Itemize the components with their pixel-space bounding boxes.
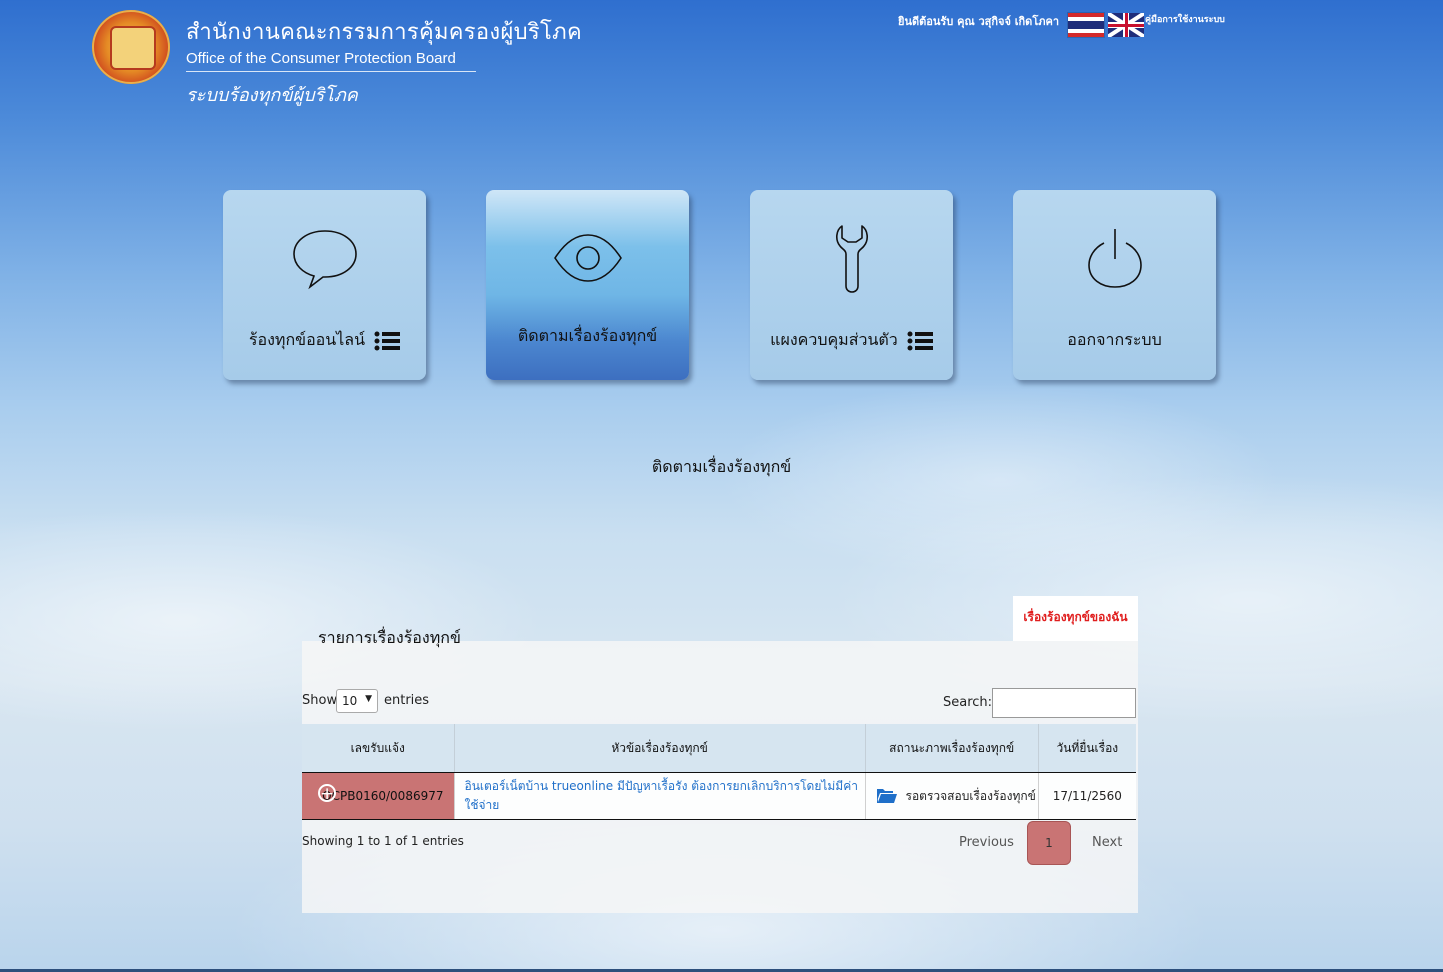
tile-personal-panel[interactable]: แผงควบคุมส่วนตัว [750,190,953,380]
search-input[interactable] [992,688,1136,718]
uk-flag-icon[interactable] [1108,13,1144,37]
tile-track-complaint[interactable]: ติดตามเรื่องร้องทุกข์ [486,190,689,380]
section-title: ติดตามเรื่องร้องทุกข์ [651,457,792,476]
complaints-table: เลขรับแจ้ง หัวข้อเรื่องร้องทุกข์ สถานะภา… [302,724,1136,820]
chevron-down-icon: ▼ [365,694,372,704]
folder-icon [876,789,897,803]
next-button[interactable]: Next [1092,835,1122,850]
expand-plus-icon[interactable]: + [318,784,336,803]
table-row: + OCPB0160/0086977 อินเตอร์เน็ตบ้าน true… [302,772,1136,820]
welcome-text: ยินดีต้อนรับ คุณ วสุกิจจ์ เกิดโภคา [898,15,1060,28]
column-header-id[interactable]: เลขรับแจ้ง [302,724,455,773]
system-name: ระบบร้องทุกข์ผู้บริโภค [186,85,358,106]
org-name-thai: สำนักงานคณะกรรมการคุ้มครองผู้บริโภค [186,20,582,45]
page-1-button[interactable]: 1 [1027,821,1071,865]
entries-label: entries [384,693,430,708]
list-icon [907,331,933,350]
list-icon [374,331,401,350]
power-icon [1087,229,1142,288]
column-header-date[interactable]: วันที่ยื่นเรื่อง [1038,724,1136,773]
speech-bubble-icon [292,230,357,290]
tab-label: เรื่องร้องทุกข์ของฉัน [1023,610,1128,624]
my-complaints-tab[interactable]: เรื่องร้องทุกข์ของฉัน [1013,596,1138,641]
manual-link[interactable]: คู่มือการใช้งานระบบ [1145,12,1225,26]
tile-logout[interactable]: ออกจากระบบ [1013,190,1216,380]
previous-button[interactable]: Previous [959,835,1014,850]
column-header-status[interactable]: สถานะภาพเรื่องร้องทุกข์ [865,724,1039,773]
seal-emblem [110,26,156,70]
page-size-select[interactable]: 10 ▼ [336,689,378,713]
eye-icon [553,234,622,282]
show-label: Show [302,693,338,708]
table-info: Showing 1 to 1 of 1 entries [302,834,464,848]
tile-label: ออกจากระบบ [1067,330,1162,349]
wrench-icon [835,225,868,293]
org-name-english: Office of the Consumer Protection Board [186,50,476,72]
complaint-id-cell[interactable]: + OCPB0160/0086977 [302,772,455,820]
complaint-status-cell: รอตรวจสอบเรื่องร้องทุกข์ [865,772,1039,820]
tile-online-complaint[interactable]: ร้องทุกข์ออนไลน์ [223,190,426,380]
complaint-date: 17/11/2560 [1038,772,1136,820]
complaint-status: รอตรวจสอบเรื่องร้องทุกข์ [905,788,1036,803]
search-label: Search: [943,695,993,710]
ocpb-logo [92,10,170,84]
page-size-value: 10 [342,694,358,708]
tile-label: แผงควบคุมส่วนตัว [750,328,953,353]
column-header-topic[interactable]: หัวข้อเรื่องร้องทุกข์ [454,724,866,773]
complaint-topic-link[interactable]: อินเตอร์เน็ตบ้าน trueonline มีปัญหาเรื้อ… [454,772,866,820]
tile-label: ร้องทุกข์ออนไลน์ [223,328,426,353]
complaint-id: OCPB0160/0086977 [322,789,444,803]
thai-flag-icon[interactable] [1068,13,1104,37]
tile-label: ติดตามเรื่องร้องทุกข์ [517,326,658,345]
panel-heading: รายการเรื่องร้องทุกข์ [318,628,461,647]
table-header-row: เลขรับแจ้ง หัวข้อเรื่องร้องทุกข์ สถานะภา… [302,724,1136,773]
